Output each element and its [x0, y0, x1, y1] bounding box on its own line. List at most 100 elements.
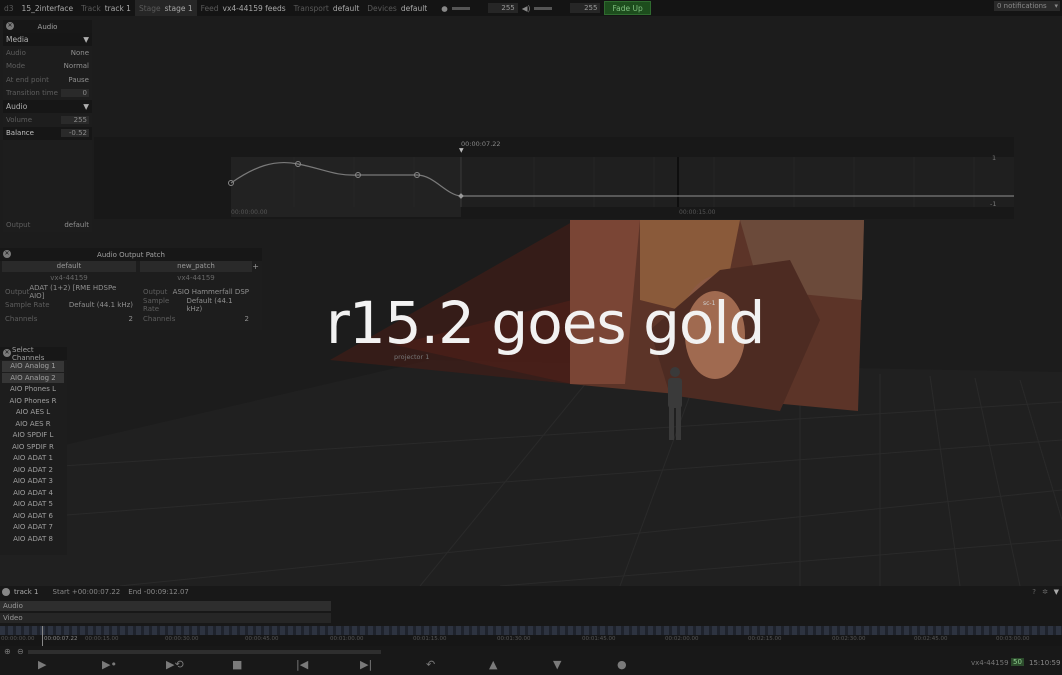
layer-audio[interactable]: Audio: [0, 601, 331, 611]
fade-up-button[interactable]: Fade Up: [604, 1, 651, 15]
settings-icon[interactable]: ✲: [1042, 588, 1048, 596]
media-section[interactable]: Media ▼: [3, 33, 92, 46]
transport-selector[interactable]: Transport default: [290, 0, 364, 16]
patch-channels-row[interactable]: Channels 2: [140, 312, 252, 326]
return-button[interactable]: ↶: [426, 658, 435, 671]
loop-section-button[interactable]: ▶⟲: [166, 658, 184, 671]
balance-field[interactable]: -0.52: [61, 129, 89, 138]
row-value[interactable]: 0: [61, 89, 89, 98]
volume-slider[interactable]: [534, 6, 553, 10]
section-label: Audio: [6, 102, 28, 111]
channel-item[interactable]: AIO SPDIF R: [2, 442, 64, 453]
channel-item[interactable]: AIO ADAT 7: [2, 522, 64, 533]
row-label: Sample Rate: [143, 297, 170, 314]
row-label: Output: [5, 287, 30, 296]
ruler-tick: 00:02:00.00: [665, 636, 699, 642]
app-logo: d3: [4, 3, 14, 13]
channel-item[interactable]: AIO Analog 1: [2, 361, 64, 372]
row-label: At end point: [6, 75, 49, 84]
row-label: Output: [143, 287, 168, 296]
balance-row[interactable]: Balance -0.52: [3, 126, 92, 140]
close-icon[interactable]: ✕: [3, 349, 11, 357]
row-value: Pause: [68, 75, 89, 84]
panel-title: Audio Output Patch: [97, 250, 165, 259]
close-icon[interactable]: ✕: [3, 250, 11, 258]
end-point-row[interactable]: At end point Pause: [3, 73, 92, 87]
clock: 15:10:59: [1029, 659, 1061, 667]
ruler-tick: 00:01:15.00: [413, 636, 447, 642]
time-mid: 00:00:15.00: [679, 209, 716, 216]
patch-name-button[interactable]: new_patch: [140, 261, 252, 272]
patch-name-button[interactable]: default: [2, 261, 136, 272]
row-value: ADAT (1+2) [RME HDSPe AIO]: [29, 283, 117, 300]
row-value: Default (44.1 kHz): [186, 297, 233, 314]
channel-item[interactable]: AIO ADAT 2: [2, 465, 64, 476]
audio-section[interactable]: Audio ▼: [3, 100, 92, 113]
channel-item[interactable]: AIO ADAT 6: [2, 511, 64, 522]
down-button[interactable]: ▼: [553, 658, 561, 671]
volume-value[interactable]: 255: [570, 3, 601, 13]
patch-column-default: default vx4-44159 Output ADAT (1+2) [RME …: [2, 261, 136, 326]
devices-selector[interactable]: Devices default: [363, 0, 431, 16]
track-selector[interactable]: Track track 1: [77, 0, 135, 16]
channel-item[interactable]: AIO Phones R: [2, 396, 64, 407]
patch-output-row[interactable]: Output ADAT (1+2) [RME HDSPe AIO]: [2, 283, 136, 300]
channel-item[interactable]: AIO ADAT 4: [2, 488, 64, 499]
layer-video[interactable]: Video: [0, 613, 331, 623]
mode-row[interactable]: Mode Normal: [3, 60, 92, 74]
volume-row[interactable]: Volume 255: [3, 113, 92, 127]
zoom-slider[interactable]: [28, 650, 381, 654]
row-label: Transition time: [6, 89, 58, 98]
zoom-in-icon[interactable]: ⊕: [4, 647, 11, 656]
channel-item[interactable]: AIO AES R: [2, 419, 64, 430]
timeline-track-name[interactable]: track 1: [14, 588, 39, 596]
channel-item[interactable]: AIO ADAT 1: [2, 453, 64, 464]
record-button[interactable]: ●: [617, 658, 627, 671]
section-label: Media: [6, 35, 29, 44]
transition-row[interactable]: Transition time 0: [3, 87, 92, 101]
channel-item[interactable]: AIO Phones L: [2, 384, 64, 395]
track-icon: [2, 588, 10, 596]
notifications-label: 0 notifications: [997, 2, 1047, 10]
stop-button[interactable]: ■: [232, 658, 242, 671]
channel-item[interactable]: AIO ADAT 5: [2, 499, 64, 510]
up-button[interactable]: ▲: [489, 658, 497, 671]
transport-value: default: [332, 3, 360, 13]
next-button[interactable]: ▶|: [360, 658, 372, 671]
row-value: 2: [244, 314, 249, 323]
play-section-button[interactable]: ▶•: [102, 658, 117, 671]
brightness-value[interactable]: 255: [487, 3, 518, 13]
help-icon[interactable]: ?: [1032, 588, 1036, 596]
notifications-dropdown[interactable]: 0 notifications ▾: [994, 1, 1060, 11]
audio-row[interactable]: Audio None: [3, 46, 92, 60]
feed-selector[interactable]: Feed vx4-44159 feeds: [197, 0, 290, 16]
channel-item[interactable]: AIO Analog 2: [2, 372, 64, 383]
volume-field[interactable]: 255: [61, 115, 89, 124]
add-patch-button[interactable]: +: [252, 262, 259, 271]
project-name[interactable]: 15_2interface: [22, 4, 74, 13]
patch-rate-row[interactable]: Sample Rate Default (44.1 kHz): [2, 299, 136, 313]
channel-item[interactable]: AIO AES L: [2, 407, 64, 418]
row-value: Default (44.1 kHz): [68, 301, 133, 310]
ruler-tick: 00:00:00.00: [1, 636, 35, 642]
timeline-ruler[interactable]: 00:00:00.00 00:00:07.22 00:00:15.00 00:0…: [0, 626, 1062, 646]
previous-button[interactable]: |◀: [296, 658, 308, 671]
output-row[interactable]: Output default: [3, 219, 92, 233]
channel-item[interactable]: AIO ADAT 3: [2, 476, 64, 487]
channel-item[interactable]: AIO ADAT 8: [2, 534, 64, 545]
stage-selector[interactable]: Stage stage 1: [134, 0, 197, 16]
zoom-out-icon[interactable]: ⊖: [17, 647, 24, 656]
ruler-tick: 00:01:00.00: [330, 636, 364, 642]
curve-editor[interactable]: 00:00:07.22 ▼ 1 -1 00:00:00.00 00:00:15.…: [94, 137, 1014, 219]
ruler-tick: 00:00:30.00: [165, 636, 199, 642]
patch-channels-row[interactable]: Channels 2: [2, 312, 136, 326]
row-value: 2: [128, 314, 133, 323]
brightness-slider[interactable]: [451, 6, 470, 10]
chevron-down-icon[interactable]: ▼: [1054, 588, 1059, 596]
stage-value: stage 1: [164, 3, 193, 13]
ruler-tick: 00:02:30.00: [832, 636, 866, 642]
play-button[interactable]: ▶: [38, 658, 46, 671]
patch-rate-row[interactable]: Sample Rate Default (44.1 kHz): [140, 297, 252, 314]
channel-item[interactable]: AIO SPDIF L: [2, 430, 64, 441]
close-icon[interactable]: ✕: [6, 22, 14, 30]
